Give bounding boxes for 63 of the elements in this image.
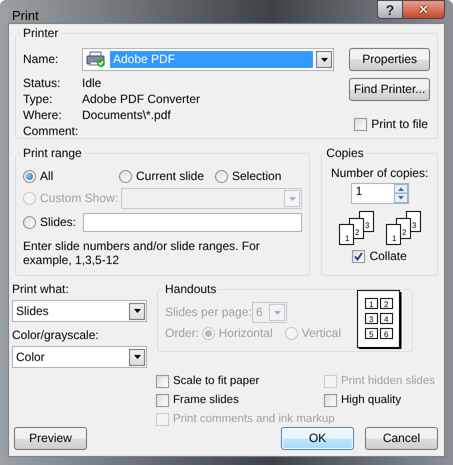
dialog-button[interactable]: Cancel — [365, 427, 438, 450]
field-label: Number of copies: — [330, 166, 430, 181]
radio-label: Current slide — [136, 169, 204, 184]
dropdown-arrow-icon — [134, 355, 140, 359]
printer-name: Adobe PDF — [110, 51, 313, 68]
checkbox-label: Print to file — [371, 117, 428, 132]
checkbox[interactable] — [156, 375, 169, 388]
radio-label: Selection — [232, 169, 282, 184]
info-value: Adobe PDF Converter — [82, 92, 200, 108]
dropdown-arrow-icon — [320, 58, 328, 62]
info-label: Status: — [23, 76, 62, 92]
spin-arrows-icon — [394, 184, 408, 203]
field-label: Color/grayscale: — [12, 328, 100, 343]
radio-label: Slides: — [40, 215, 76, 230]
checkbox-label: Print comments and ink markup — [173, 412, 335, 427]
radio-label: Horizontal — [218, 326, 273, 341]
copies-spinner[interactable]: 1 — [350, 183, 409, 204]
printer-icon — [86, 51, 106, 68]
checkbox-label: Scale to fit paper — [173, 374, 260, 389]
hint-text: Enter slide numbers and/or slide ranges. For example, 1,3,5-12 — [23, 239, 261, 267]
radio-button[interactable] — [23, 170, 36, 183]
print-what-dropdown[interactable]: Slides — [12, 300, 147, 322]
checkbox-label: High quality — [341, 393, 402, 408]
dialog-button[interactable]: Preview — [14, 427, 87, 450]
field-label: Slides per page: — [165, 305, 252, 320]
checkbox[interactable] — [324, 394, 337, 407]
dialog-button[interactable]: Find Printer... — [349, 78, 430, 101]
slides-field[interactable] — [83, 213, 302, 232]
radio-label: Vertical — [302, 326, 341, 341]
field-label: Order: — [165, 326, 200, 341]
dialog-button[interactable]: Properties — [349, 48, 430, 71]
page-stack-drawing: 3 2 1 — [338, 211, 374, 245]
info-label: Comment: — [23, 124, 80, 140]
help-button[interactable]: ? — [377, 0, 403, 19]
group-title: Printer — [22, 26, 60, 40]
info-value: Documents\*.pdf — [82, 108, 171, 124]
checkbox[interactable] — [354, 118, 368, 131]
radio-label: Custom Show: — [40, 191, 118, 206]
info-label: Where: — [23, 108, 63, 124]
handout-preview-drawing: 1 2 3 4 5 6 — [357, 290, 402, 350]
group-title: Print range — [22, 146, 83, 160]
checkbox-label: Frame slides — [173, 393, 239, 408]
dropdown-arrow-icon — [274, 310, 280, 314]
group-title: Copies — [325, 146, 365, 160]
checkbox-label: Collate — [369, 249, 407, 264]
group-title: Handouts — [164, 282, 218, 296]
window-title: Print — [11, 7, 39, 23]
radio-button[interactable] — [215, 170, 228, 183]
color-dropdown[interactable]: Color — [12, 346, 147, 368]
radio-button[interactable] — [23, 216, 36, 229]
info-label: Type: — [23, 92, 54, 108]
field-label: Print what: — [12, 282, 70, 297]
dropdown-arrow-icon — [134, 309, 140, 313]
dialog-button[interactable]: OK — [281, 427, 354, 450]
checkbox-label: Print hidden slides — [341, 374, 435, 389]
field-label: Name: — [23, 52, 60, 67]
radio-button[interactable] — [119, 170, 132, 183]
checkbox[interactable] — [156, 394, 169, 407]
info-value: Idle — [82, 76, 102, 92]
checkbox[interactable] — [352, 250, 366, 263]
page-stack-drawing: 3 2 1 — [386, 211, 421, 245]
dropdown-arrow-icon — [288, 196, 296, 200]
radio-label: All — [40, 169, 54, 184]
